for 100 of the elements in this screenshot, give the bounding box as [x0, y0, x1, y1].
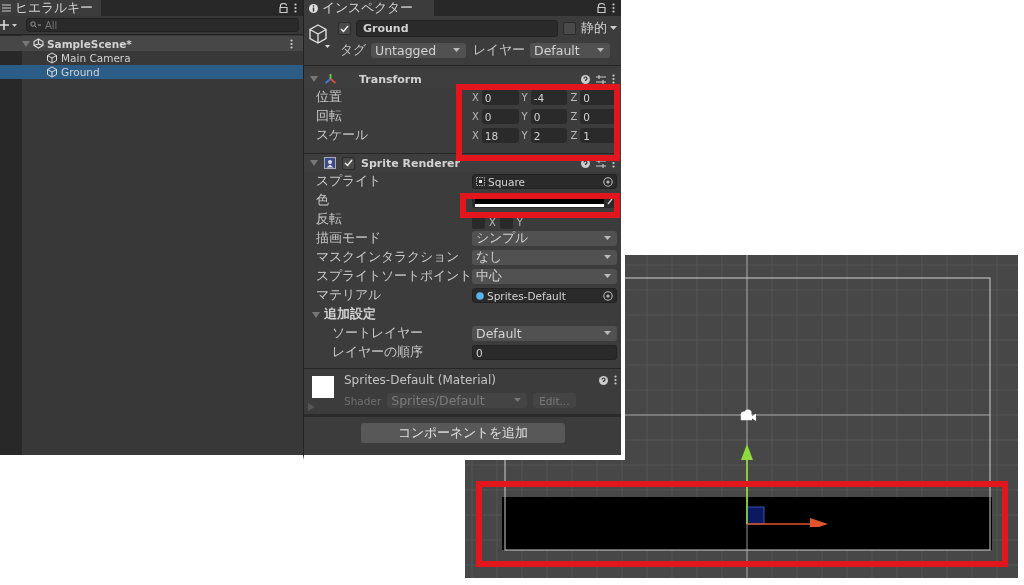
- lock-icon[interactable]: [597, 3, 606, 13]
- dropdown[interactable]: 中心: [472, 269, 617, 284]
- kebab-menu-icon[interactable]: [612, 74, 615, 84]
- caret-icon: [610, 26, 617, 31]
- field-label: ソートレイヤー: [331, 325, 424, 342]
- axis-label: Y: [521, 92, 528, 103]
- component-title[interactable]: Sprite Renderer: [361, 156, 460, 170]
- inspector-tab[interactable]: インスペクター: [304, 0, 434, 16]
- material-title: Sprites-Default (Material): [344, 373, 496, 387]
- unity-logo-icon: [33, 38, 44, 49]
- search-icon: [30, 21, 41, 29]
- eyedropper-icon[interactable]: [607, 196, 614, 205]
- caret-icon: [604, 236, 611, 241]
- kebab-menu-icon[interactable]: [612, 3, 615, 13]
- name-field[interactable]: Ground: [356, 20, 558, 37]
- section-title[interactable]: 追加設定: [324, 306, 376, 323]
- sliders-icon[interactable]: [596, 74, 606, 84]
- number-field[interactable]: 0: [481, 109, 519, 124]
- kebab-menu-icon[interactable]: [614, 375, 617, 385]
- sprite-icon: [476, 177, 485, 186]
- axis-label: X: [472, 111, 479, 122]
- search-field[interactable]: All: [26, 18, 299, 32]
- object-picker-icon[interactable]: [603, 176, 613, 187]
- number-field[interactable]: 18: [481, 128, 519, 143]
- caret-icon: [604, 331, 611, 336]
- sprite-renderer-icon: [324, 157, 336, 169]
- kebab-menu-icon[interactable]: [294, 3, 297, 13]
- field-label: 回転: [315, 108, 343, 125]
- object-picker-icon[interactable]: [603, 290, 613, 301]
- field-label: マテリアル: [315, 287, 382, 304]
- layer-label: レイヤー: [473, 42, 525, 59]
- number-field[interactable]: 0: [580, 90, 617, 105]
- lock-icon[interactable]: [279, 3, 288, 13]
- cube-icon: [46, 52, 58, 64]
- field-label: 色: [315, 192, 330, 209]
- scene-row[interactable]: SampleScene*: [0, 36, 303, 51]
- tag-label: タグ: [340, 42, 366, 59]
- camera-icon[interactable]: [738, 409, 758, 421]
- active-checkbox[interactable]: [338, 22, 351, 35]
- field-label: 位置: [315, 89, 343, 106]
- axis-label: X: [489, 216, 496, 228]
- foldout-arrow-icon[interactable]: [310, 159, 318, 167]
- caret-icon: [604, 255, 611, 260]
- axis-label: Y: [516, 216, 523, 228]
- add-component-button[interactable]: コンポーネントを追加: [360, 423, 565, 443]
- x-axis-arrow[interactable]: [746, 518, 828, 527]
- cube-icon[interactable]: [308, 23, 332, 49]
- static-checkbox[interactable]: [563, 22, 576, 35]
- number-field[interactable]: 1: [580, 128, 617, 143]
- field-label: 描画モード: [315, 230, 382, 247]
- static-dropdown[interactable]: 静的: [581, 20, 617, 37]
- field-label: 反転: [315, 211, 343, 228]
- material-icon: [476, 291, 484, 300]
- axis-label: X: [472, 130, 479, 141]
- enabled-checkbox[interactable]: [342, 156, 355, 170]
- info-icon: [309, 3, 318, 13]
- material-preview: [312, 376, 334, 398]
- sliders-icon[interactable]: [596, 158, 606, 168]
- axis-label: Z: [570, 111, 578, 122]
- tag-dropdown[interactable]: Untagged: [371, 43, 466, 58]
- axis-label: Y: [521, 130, 528, 141]
- number-field[interactable]: 0: [530, 109, 568, 124]
- caret-icon: [597, 48, 604, 53]
- axis-label: Z: [570, 92, 578, 103]
- foldout-arrow-icon[interactable]: [310, 75, 318, 83]
- number-field[interactable]: 0: [472, 345, 617, 360]
- caret-icon: [514, 398, 522, 403]
- help-icon[interactable]: [581, 158, 590, 168]
- number-field[interactable]: 2: [530, 128, 568, 143]
- sprite-field[interactable]: Square: [472, 174, 617, 189]
- dropdown[interactable]: Default: [472, 326, 617, 341]
- help-icon[interactable]: [581, 74, 590, 84]
- help-icon[interactable]: [599, 375, 608, 385]
- y-axis-arrow[interactable]: [741, 444, 753, 525]
- axis-label: Z: [570, 130, 578, 141]
- hierarchy-item[interactable]: Main Camera: [0, 51, 303, 65]
- number-field[interactable]: -4: [530, 90, 568, 105]
- dropdown[interactable]: なし: [472, 250, 617, 265]
- kebab-menu-icon[interactable]: [290, 38, 293, 49]
- field-label: スプライト: [315, 173, 382, 190]
- add-icon[interactable]: [0, 20, 18, 30]
- axis-label: Y: [521, 111, 528, 122]
- field-label: レイヤーの順序: [331, 344, 424, 361]
- dropdown[interactable]: シンプル: [472, 231, 617, 246]
- sprite-rectangle[interactable]: [502, 497, 992, 550]
- number-field[interactable]: 0: [580, 109, 617, 124]
- number-field[interactable]: 0: [481, 90, 519, 105]
- field-label: スケール: [315, 127, 369, 144]
- hierarchy-tab[interactable]: ヒエラルキー: [0, 0, 101, 16]
- layer-dropdown[interactable]: Default: [530, 43, 610, 58]
- caret-icon: [453, 48, 460, 53]
- field-label: マスクインタラクション: [315, 249, 460, 266]
- axis-label: X: [472, 92, 479, 103]
- component-title[interactable]: Transform: [359, 72, 422, 86]
- cube-icon: [46, 66, 58, 78]
- transform-icon: [324, 73, 337, 85]
- hierarchy-item[interactable]: Ground: [0, 65, 303, 79]
- field-label: スプライトソートポイント: [315, 268, 468, 285]
- material-field[interactable]: Sprites-Default: [472, 288, 617, 303]
- foldout-arrow-icon[interactable]: [312, 310, 320, 319]
